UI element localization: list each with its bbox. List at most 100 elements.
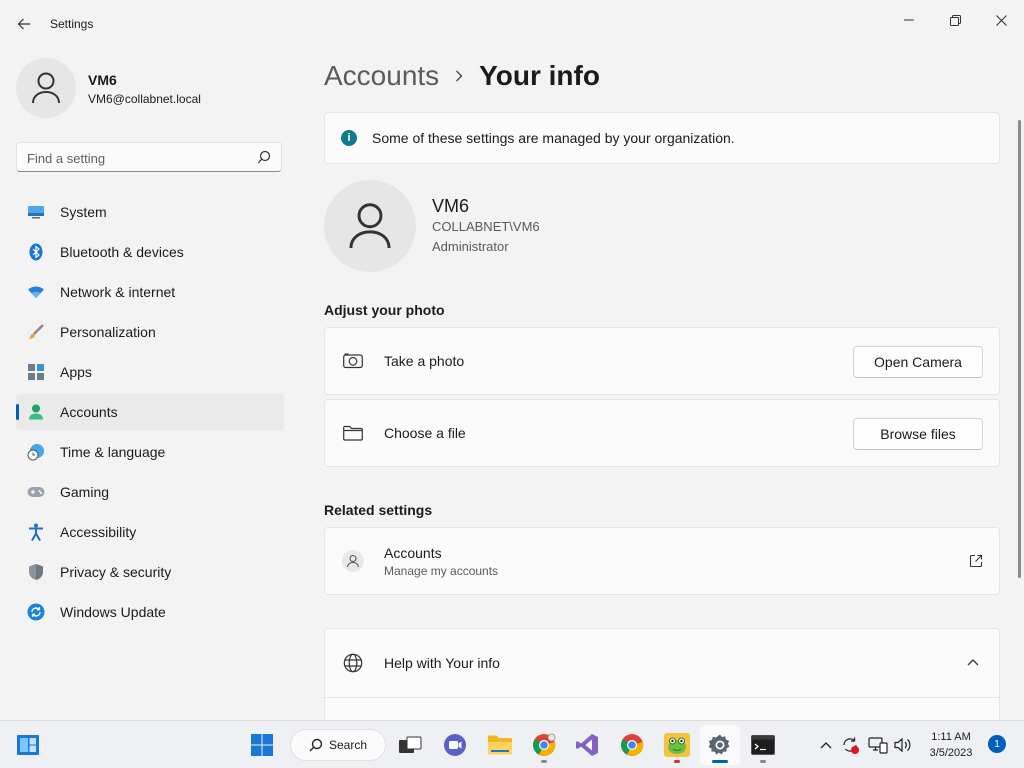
chat-icon [444, 734, 466, 756]
sidebar-item-apps[interactable]: Apps [16, 354, 284, 390]
sidebar-item-network[interactable]: Network & internet [16, 274, 284, 310]
wifi-icon [27, 283, 45, 301]
scrollbar[interactable] [1018, 120, 1021, 578]
close-icon [995, 14, 1007, 26]
user-avatar [324, 180, 416, 272]
restore-icon [949, 14, 961, 26]
globe-icon [342, 652, 364, 674]
gear-icon [708, 734, 730, 755]
sidebar-item-personalization[interactable]: Personalization [16, 314, 284, 350]
visual-studio-button[interactable] [567, 725, 607, 765]
settings-taskbar-button[interactable] [700, 725, 740, 765]
taskbar-search[interactable]: Search [290, 729, 386, 761]
open-camera-button[interactable]: Open Camera [853, 346, 983, 378]
chevron-up-icon [820, 742, 832, 749]
clock-time: 1:11 AM [931, 731, 971, 743]
profile-email: VM6@collabnet.local [88, 92, 201, 106]
minimize-button[interactable] [886, 4, 932, 36]
refresh-record-icon [843, 737, 859, 754]
chrome-button[interactable] [612, 725, 652, 765]
running-indicator [541, 760, 547, 763]
sidebar-item-label: Accounts [60, 404, 118, 420]
apps-icon [27, 363, 45, 381]
related-settings-heading: Related settings [324, 502, 433, 518]
recording-tray-button[interactable] [838, 733, 862, 757]
terminal-icon [751, 735, 775, 755]
start-button[interactable] [242, 725, 282, 765]
user-role: Administrator [432, 239, 509, 254]
browse-files-button[interactable]: Browse files [853, 418, 983, 450]
adjust-photo-heading: Adjust your photo [324, 302, 445, 318]
chrome-icon [533, 733, 556, 756]
open-external-icon [969, 554, 983, 568]
terminal-button[interactable] [743, 725, 783, 765]
sidebar-item-accounts[interactable]: Accounts [16, 394, 284, 430]
profile-name: VM6 [88, 72, 117, 88]
sidebar-item-gaming[interactable]: Gaming [16, 474, 284, 510]
info-banner: i Some of these settings are managed by … [324, 112, 1000, 164]
sidebar-item-label: System [60, 204, 107, 220]
take-photo-label: Take a photo [384, 353, 465, 369]
breadcrumb: Accounts Your info [324, 58, 600, 94]
search-input[interactable] [17, 143, 249, 173]
breadcrumb-parent[interactable]: Accounts [324, 60, 439, 92]
related-accounts-title: Accounts [384, 544, 442, 561]
choose-file-label: Choose a file [384, 425, 466, 441]
profile-avatar[interactable] [16, 58, 76, 118]
file-explorer-button[interactable] [480, 725, 520, 765]
folder-icon [342, 422, 364, 444]
task-view-button[interactable] [390, 725, 430, 765]
sidebar-item-label: Network & internet [60, 284, 176, 300]
info-banner-text: Some of these settings are managed by yo… [372, 130, 735, 146]
chevron-up-icon [967, 659, 979, 666]
user-domain: COLLABNET\VM6 [432, 219, 540, 234]
person-icon [349, 203, 391, 249]
sidebar-item-system[interactable]: System [16, 194, 284, 230]
notification-badge[interactable]: 1 [988, 735, 1006, 753]
sidebar-item-label: Time & language [60, 444, 166, 460]
monitor-icon [27, 203, 45, 221]
show-hidden-icons-button[interactable] [814, 733, 838, 757]
related-accounts-link[interactable]: Accounts Manage my accounts [324, 527, 1000, 595]
sidebar-item-label: Bluetooth & devices [60, 244, 184, 260]
info-icon: i [341, 130, 357, 146]
folder-icon [488, 735, 512, 755]
chrome-profile-button[interactable] [524, 725, 564, 765]
user-name: VM6 [432, 196, 470, 216]
back-arrow-icon [17, 18, 30, 30]
volume-tray-button[interactable] [891, 733, 915, 757]
clock[interactable]: 1:11 AM 3/5/2023 [918, 729, 984, 761]
teams-button[interactable] [435, 725, 475, 765]
sidebar-item-label: Personalization [60, 324, 156, 340]
sidebar-item-bluetooth[interactable]: Bluetooth & devices [16, 234, 284, 270]
help-section: Help with Your info [324, 628, 1000, 720]
camera-icon [342, 350, 364, 372]
sidebar-nav: System Bluetooth & devices Network & int… [16, 194, 284, 634]
search-icon [257, 150, 271, 164]
frog-game-icon [664, 733, 690, 757]
sidebar-item-privacy[interactable]: Privacy & security [16, 554, 284, 590]
widgets-button[interactable] [8, 725, 48, 765]
restore-button[interactable] [932, 4, 978, 36]
sidebar-item-windows-update[interactable]: Windows Update [16, 594, 284, 630]
sidebar-item-time-language[interactable]: Time & language [16, 434, 284, 470]
minimize-icon [904, 19, 914, 21]
back-button[interactable] [10, 10, 38, 38]
help-divider [325, 697, 999, 698]
network-tray-button[interactable] [866, 733, 890, 757]
close-button[interactable] [978, 4, 1024, 36]
task-view-icon [399, 736, 422, 753]
page-title: Your info [479, 60, 600, 91]
clock-date: 3/5/2023 [929, 747, 973, 759]
help-expander[interactable]: Help with Your info [325, 629, 999, 697]
take-photo-row: Take a photo Open Camera [324, 327, 1000, 395]
sidebar-item-label: Apps [60, 364, 92, 380]
game-app-button[interactable] [657, 725, 697, 765]
app-title: Settings [50, 17, 94, 31]
choose-file-row: Choose a file Browse files [324, 399, 1000, 467]
sidebar-item-accessibility[interactable]: Accessibility [16, 514, 284, 550]
taskbar: Search 1:11 AM 3/5/2023 1 [0, 720, 1024, 768]
sidebar-item-label: Accessibility [60, 524, 137, 540]
search-icon [309, 738, 323, 752]
search-box[interactable] [16, 142, 282, 173]
